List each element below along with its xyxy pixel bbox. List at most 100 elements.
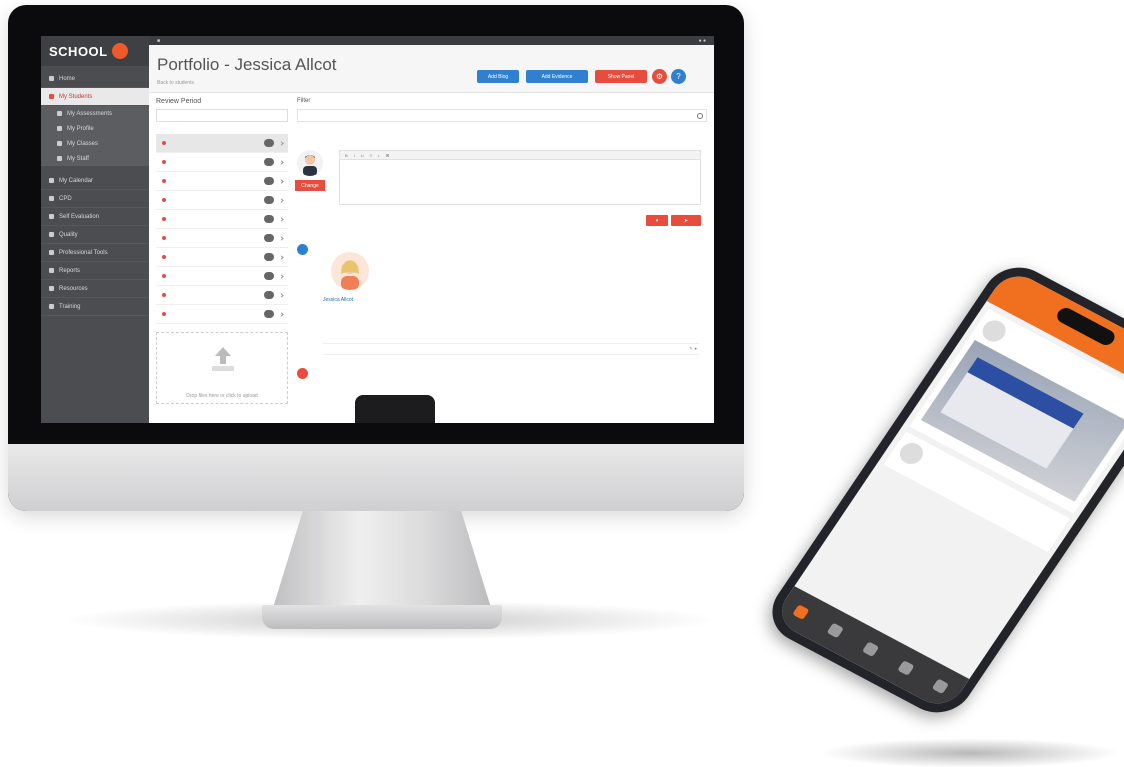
sidebar-item-calendar[interactable]: My Calendar xyxy=(41,172,149,190)
post-actions: ▾ ➤ xyxy=(646,215,701,226)
staff-icon xyxy=(57,156,62,161)
calendar-icon[interactable] xyxy=(896,659,915,676)
marketing-scene: SCHOOL Home My Students My Assessments M… xyxy=(0,0,1124,767)
options-button[interactable]: ▾ xyxy=(646,215,668,226)
page-header: Portfolio - Jessica Allcot Back to stude… xyxy=(149,45,714,93)
category-item[interactable] xyxy=(156,267,288,286)
calendar-icon xyxy=(49,178,54,183)
category-dot xyxy=(162,274,166,278)
upload-icon-stem xyxy=(220,356,226,364)
category-item[interactable] xyxy=(156,305,288,324)
category-item[interactable] xyxy=(156,210,288,229)
review-period-label: Review Period xyxy=(156,98,202,105)
add-blog-button[interactable]: Add Blog xyxy=(477,70,519,83)
user-icon xyxy=(57,126,62,131)
post-tags: ✎ ● xyxy=(323,343,699,355)
page-subtitle[interactable]: Back to students xyxy=(157,80,194,86)
settings-icon[interactable]: ⚙ xyxy=(652,69,667,84)
category-dot xyxy=(162,312,166,316)
editor-placeholder xyxy=(340,160,700,166)
cpd-icon xyxy=(49,196,54,201)
category-item[interactable] xyxy=(156,286,288,305)
sidebar-item-resources[interactable]: Resources xyxy=(41,280,149,298)
filter-label: Filter xyxy=(297,98,311,104)
sidebar-item-quality[interactable]: Quality xyxy=(41,226,149,244)
upload-dropzone[interactable]: Drop files here or click to upload xyxy=(156,332,288,404)
upload-text: Drop files here or click to upload xyxy=(186,393,258,399)
category-dot xyxy=(162,255,166,259)
sidebar-item-label: Resources xyxy=(59,285,88,292)
training-icon xyxy=(49,304,54,309)
phone-tab-bar xyxy=(771,586,970,713)
chevron-right-icon xyxy=(279,197,284,203)
sidebar-item-reports[interactable]: Reports xyxy=(41,262,149,280)
search-icon[interactable] xyxy=(826,622,845,639)
category-item[interactable] xyxy=(156,248,288,267)
sidebar-item-students[interactable]: My Students xyxy=(41,88,149,106)
chevron-right-icon xyxy=(279,292,284,298)
sidebar-item-cpd[interactable]: CPD xyxy=(41,190,149,208)
sidebar-item-profile[interactable]: My Profile xyxy=(41,121,149,136)
category-item[interactable] xyxy=(156,134,288,153)
help-icon[interactable]: ? xyxy=(671,69,686,84)
left-panel: Review Period Drop files here or click t… xyxy=(156,98,288,423)
add-evidence-button[interactable]: Add Evidence xyxy=(526,70,588,83)
sidebar-item-home[interactable]: Home xyxy=(41,70,149,88)
logo-icon xyxy=(111,43,128,59)
user-menu[interactable]: ● ● xyxy=(699,38,706,44)
sidebar-item-self-evaluation[interactable]: Self Evaluation xyxy=(41,208,149,226)
count-badge xyxy=(264,291,274,299)
post-editor[interactable]: B I U ≡ • ⌘ xyxy=(339,150,701,205)
student-icon xyxy=(49,94,54,99)
category-dot xyxy=(162,217,166,221)
breadcrumb[interactable]: ■ xyxy=(157,38,160,44)
timeline-marker xyxy=(297,368,308,379)
imac-stand-foot xyxy=(262,605,502,629)
count-badge xyxy=(264,310,274,318)
category-dot xyxy=(162,179,166,183)
avatar xyxy=(895,439,928,468)
imac-stand xyxy=(272,511,492,611)
category-item[interactable] xyxy=(156,229,288,248)
filter-input[interactable] xyxy=(297,109,707,122)
school-logo[interactable]: SCHOOL xyxy=(41,36,149,66)
sidebar-item-label: My Profile xyxy=(67,125,94,132)
count-badge xyxy=(264,215,274,223)
sidebar-item-label: CPD xyxy=(59,195,72,202)
category-item[interactable] xyxy=(156,172,288,191)
phone-device xyxy=(758,255,1124,725)
review-period-select[interactable] xyxy=(156,109,288,122)
editor-toolbar[interactable]: B I U ≡ • ⌘ xyxy=(340,151,700,160)
chart-icon[interactable] xyxy=(861,641,880,658)
evaluation-icon xyxy=(49,214,54,219)
post-button[interactable]: ➤ xyxy=(671,215,701,226)
report-icon xyxy=(49,268,54,273)
home-icon[interactable] xyxy=(792,604,810,620)
tools-icon xyxy=(49,250,54,255)
phone-screen xyxy=(771,267,1124,713)
show-panel-button[interactable]: Show Panel xyxy=(595,70,647,83)
sidebar-item-assessments[interactable]: My Assessments xyxy=(41,106,149,121)
phone-preview xyxy=(355,395,435,423)
avatar xyxy=(297,150,323,176)
chevron-right-icon xyxy=(279,273,284,279)
chevron-right-icon xyxy=(279,178,284,184)
count-badge xyxy=(264,253,274,261)
category-item[interactable] xyxy=(156,153,288,172)
sidebar-item-label: Quality xyxy=(59,231,78,238)
change-avatar-button[interactable]: Change xyxy=(295,180,325,191)
category-dot xyxy=(162,236,166,240)
user-icon[interactable] xyxy=(931,678,950,695)
sidebar-item-training[interactable]: Training xyxy=(41,298,149,316)
count-badge xyxy=(264,139,274,147)
category-dot xyxy=(162,160,166,164)
sidebar-item-classes[interactable]: My Classes xyxy=(41,136,149,151)
sidebar-item-tools[interactable]: Professional Tools xyxy=(41,244,149,262)
category-item[interactable] xyxy=(156,191,288,210)
sidebar-submenu: My Assessments My Profile My Classes My … xyxy=(41,106,149,166)
desktop-screen: SCHOOL Home My Students My Assessments M… xyxy=(41,36,714,423)
sidebar-item-staff[interactable]: My Staff xyxy=(41,151,149,166)
post-author[interactable]: Jessica Allcot xyxy=(323,297,353,303)
resources-icon xyxy=(49,286,54,291)
comment-icon[interactable]: ✎ ● xyxy=(689,346,697,352)
